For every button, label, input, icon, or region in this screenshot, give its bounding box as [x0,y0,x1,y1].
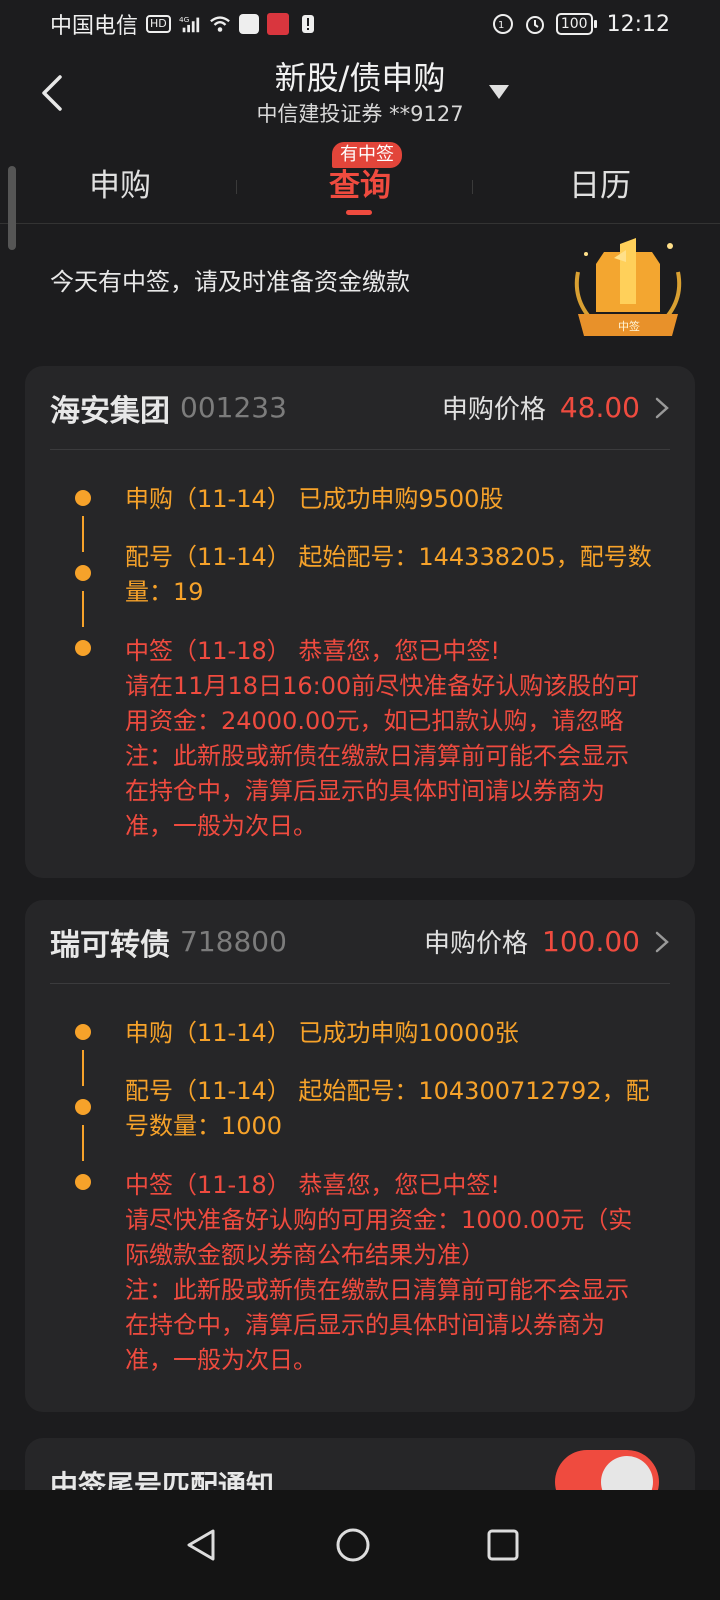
timeline-dot [75,565,91,581]
price-value: 48.00 [559,391,640,424]
circle-home-icon [336,1528,370,1562]
signal-icon: 4G [179,13,201,35]
allotment-card[interactable]: 海安集团 001233 申购价格 48.00 申购（11-14） 已成功申购95… [25,366,695,878]
stock-name: 瑞可转债 [50,927,170,963]
timeline-connector [82,1050,84,1086]
timeline-dot [75,1099,91,1115]
trophy-icon: 中签 [574,238,682,336]
timeline-dot [75,1024,91,1040]
triangle-back-icon [187,1529,215,1561]
timeline-connector [82,516,84,552]
hd-icon: HD [146,15,171,33]
tab-calendar[interactable]: 日历 [520,140,680,224]
system-nav-bar [0,1490,720,1600]
timeline-entry-win: 中签（11-18） 恭喜您，您已中签! 请尽快准备好认购的可用资金：1000.0… [125,1171,633,1374]
allotment-card[interactable]: 瑞可转债 718800 申购价格 100.00 申购（11-14） 已成功申购1… [25,900,695,1412]
alarm-icon [524,13,546,35]
alert-icon [297,13,319,35]
status-badge: 有中签 [332,142,402,168]
data-saver-icon: 1 [492,13,514,35]
wifi-icon [209,13,231,35]
active-tab-indicator [346,210,372,215]
stock-code: 718800 [180,925,287,958]
svg-text:1: 1 [498,20,504,31]
tab-subscribe[interactable]: 申购 [40,140,200,224]
chevron-right-icon[interactable] [654,396,670,420]
timeline-dot [75,640,91,656]
svg-text:4G: 4G [179,15,190,24]
stock-app-icon [266,13,289,35]
svg-text:中签: 中签 [618,319,640,333]
page-title: 新股/债申购 [274,59,446,97]
square-recents-icon [487,1529,519,1561]
stock-code: 001233 [180,391,287,424]
price-value: 100.00 [542,925,640,958]
timeline-connector [82,1125,84,1161]
chevron-right-icon[interactable] [654,930,670,954]
nav-back-button[interactable] [176,1520,226,1570]
price-label: 申购价格 [441,395,546,425]
app-header: 新股/债申购 中信建投证券 **9127 [0,48,720,138]
stock-name: 海安集团 [50,393,170,429]
nav-home-button[interactable] [328,1520,378,1570]
price-label: 申购价格 [424,929,529,959]
timeline-entry-subscribe: 申购（11-14） 已成功申购9500股 [125,485,504,513]
notice-text: 今天有中签，请及时准备资金缴款 [50,268,410,296]
timeline-entry-subscribe: 申购（11-14） 已成功申购10000张 [125,1019,519,1047]
clock: 12:12 [606,11,670,37]
dropdown-arrow-icon[interactable] [488,84,510,100]
timeline-entry-allotment: 配号（11-14） 起始配号：144338205，配号数 量：19 [125,543,652,606]
nav-recents-button[interactable] [478,1520,528,1570]
tab-divider [236,180,237,194]
scroll-indicator [8,166,16,250]
account-selector[interactable]: 中信建投证券 **9127 [0,100,720,128]
timeline-entry-win: 中签（11-18） 恭喜您，您已中签! 请在11月18日16:00前尽快准备好认… [125,637,640,840]
timeline-dot [75,490,91,506]
timeline-connector [82,591,84,627]
timeline-entry-allotment: 配号（11-14） 起始配号：104300712792，配 号数量：1000 [125,1077,650,1140]
tab-divider [472,180,473,194]
timeline-dot [75,1174,91,1190]
status-bar: 中国电信 HD 4G 1 100 12:12 [0,0,720,48]
battery-icon: 100 [555,13,597,35]
carrier-label: 中国电信 [50,14,139,39]
app-notification-icon [238,14,259,34]
